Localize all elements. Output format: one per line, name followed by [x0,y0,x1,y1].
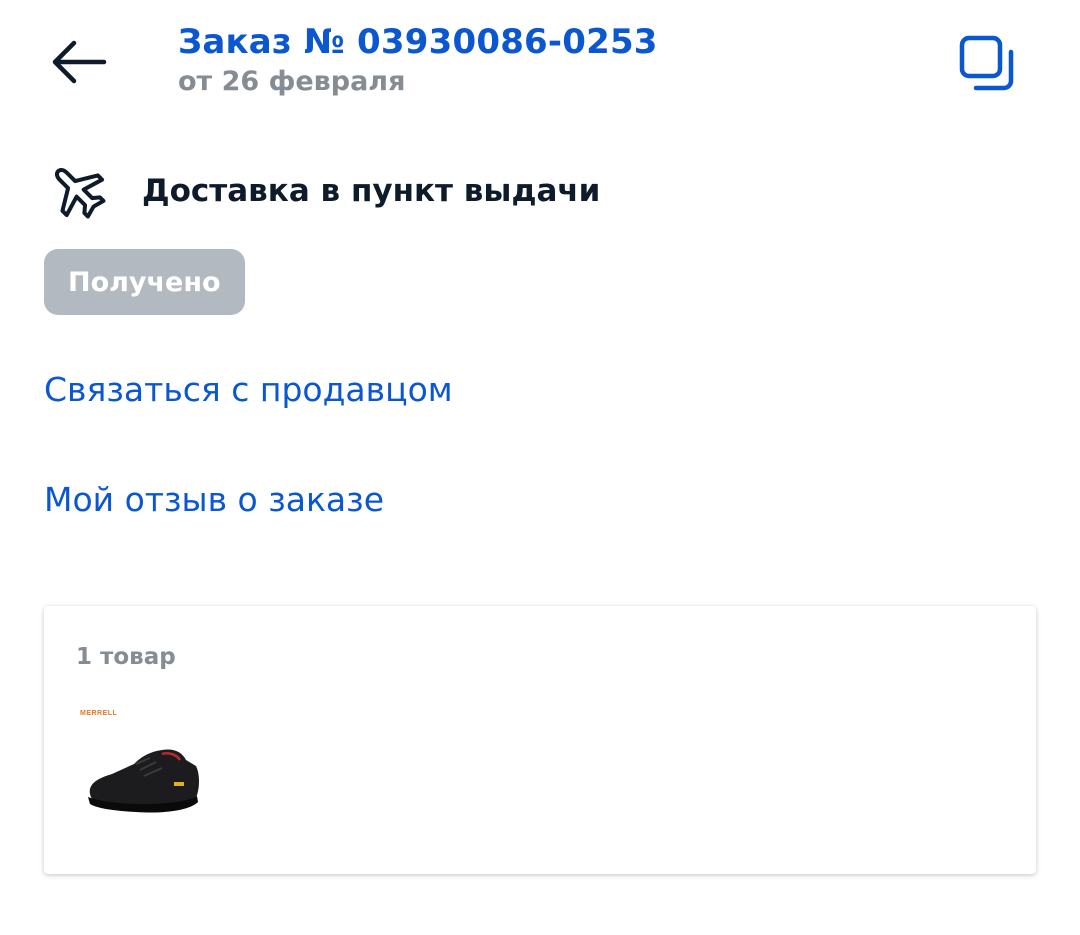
shoe-image [88,749,199,813]
order-title: Заказ № 03930086-0253 [178,22,658,62]
copy-button[interactable] [952,30,1022,96]
back-button[interactable] [44,30,112,94]
order-items-card: 1 товар MERRELL [44,606,1036,874]
contact-seller-link[interactable]: Связаться с продавцом [44,370,453,409]
order-title-block: Заказ № 03930086-0253 от 26 февраля [178,20,658,100]
my-review-link[interactable]: Мой отзыв о заказе [44,480,384,519]
arrow-left-icon [52,40,107,84]
delivery-method: Доставка в пункт выдачи [44,156,600,226]
items-count: 1 товар [76,644,176,670]
status-badge: Получено [44,249,245,315]
order-date: от 26 февраля [178,66,406,97]
airplane-icon [44,157,112,225]
copy-icon [959,35,1014,91]
product-thumbnail[interactable]: MERRELL [76,698,208,826]
order-header: Заказ № 03930086-0253 от 26 февраля [0,0,1080,120]
delivery-label: Доставка в пункт выдачи [142,173,601,209]
